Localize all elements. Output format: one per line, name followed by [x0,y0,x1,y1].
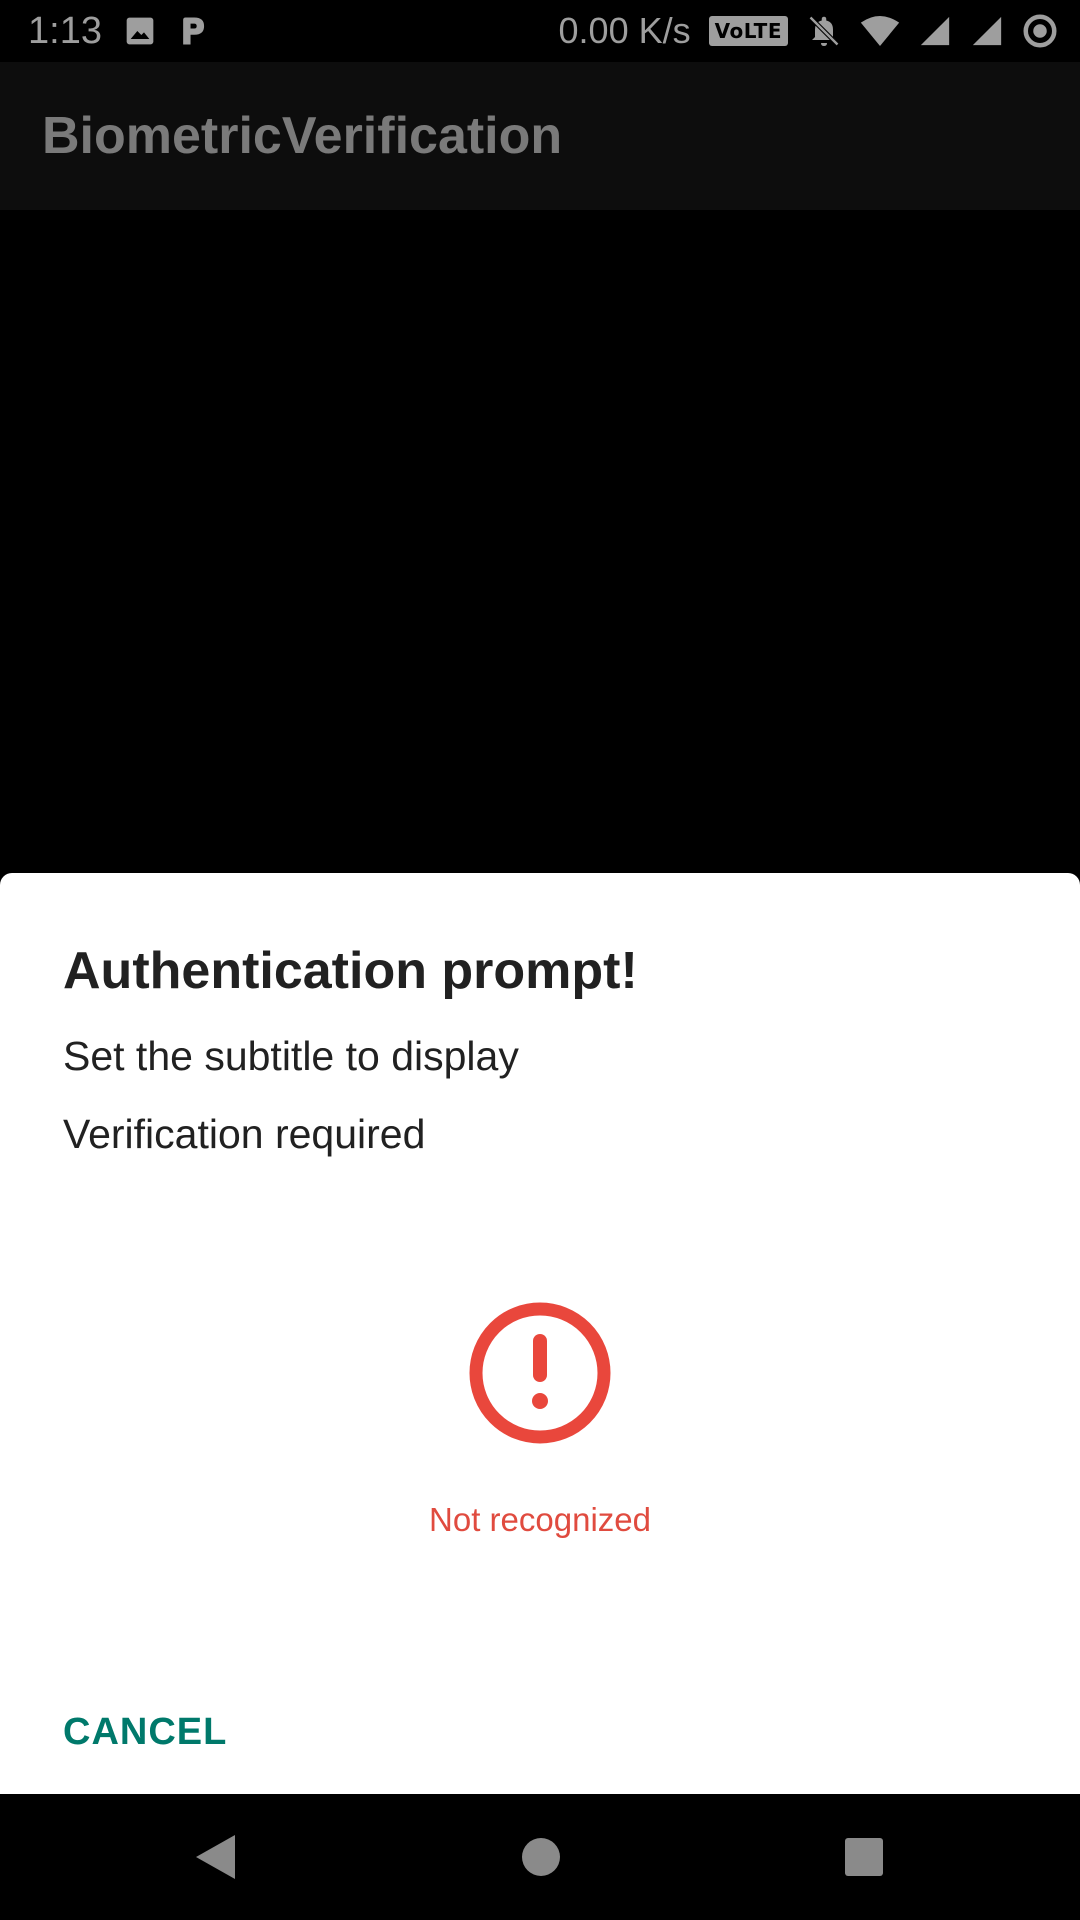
p-app-icon [178,15,208,47]
dialog-subtitle: Set the subtitle to display [63,1033,519,1079]
dialog-status-text: Not recognized [429,1501,651,1538]
status-time: 1:13 [28,9,102,52]
image-icon [124,15,156,47]
status-left: 1:13 [28,10,208,53]
home-icon[interactable] [508,1824,574,1890]
bell-off-icon [806,13,842,49]
navigation-bar [0,1794,1080,1920]
back-icon[interactable] [182,1824,248,1890]
dialog-description: Verification required [63,1111,426,1157]
error-exclamation-icon [468,1301,612,1445]
signal-icon [918,14,952,48]
recents-icon[interactable] [831,1824,897,1890]
wifi-icon [860,14,900,48]
screen: 1:13 0.00 K/s VoLTE BiometricVerificatio… [0,0,1080,1920]
cancel-button[interactable]: CANCEL [63,1711,227,1754]
network-speed: 0.00 K/s [558,10,691,51]
app-bar: BiometricVerification [0,62,1080,210]
signal-icon-2 [970,14,1004,48]
app-title: BiometricVerification [42,107,563,165]
status-right: 0.00 K/s VoLTE [559,10,1058,52]
sync-ring-icon [1022,13,1058,49]
status-bar: 1:13 0.00 K/s VoLTE [0,0,1080,62]
volte-icon: VoLTE [708,16,788,46]
dialog-title: Authentication prompt! [63,942,638,1000]
biometric-dialog: Authentication prompt! Set the subtitle … [0,873,1080,1794]
